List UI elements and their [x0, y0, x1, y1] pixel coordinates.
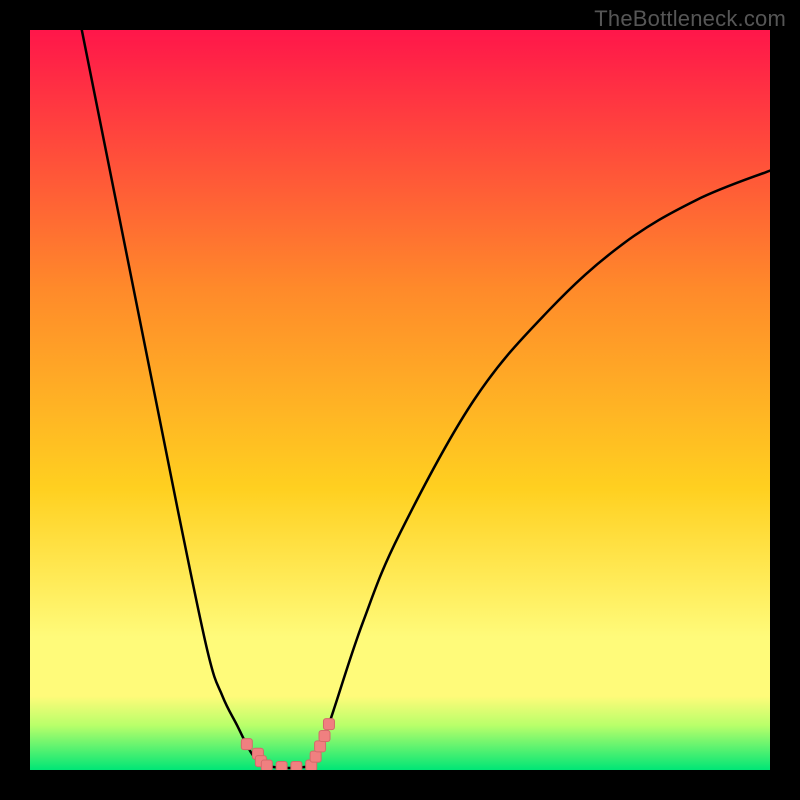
sweet-spot-marker [276, 762, 287, 770]
sweet-spot-marker [291, 762, 302, 770]
gradient-background [30, 30, 770, 770]
sweet-spot-marker [310, 751, 321, 762]
sweet-spot-marker [323, 719, 334, 730]
chart-frame: TheBottleneck.com [0, 0, 800, 800]
plot-area [30, 30, 770, 770]
sweet-spot-marker [241, 739, 252, 750]
sweet-spot-marker [319, 730, 330, 741]
sweet-spot-marker [261, 760, 272, 770]
chart-svg [30, 30, 770, 770]
sweet-spot-marker [315, 741, 326, 752]
watermark-text: TheBottleneck.com [594, 6, 786, 32]
